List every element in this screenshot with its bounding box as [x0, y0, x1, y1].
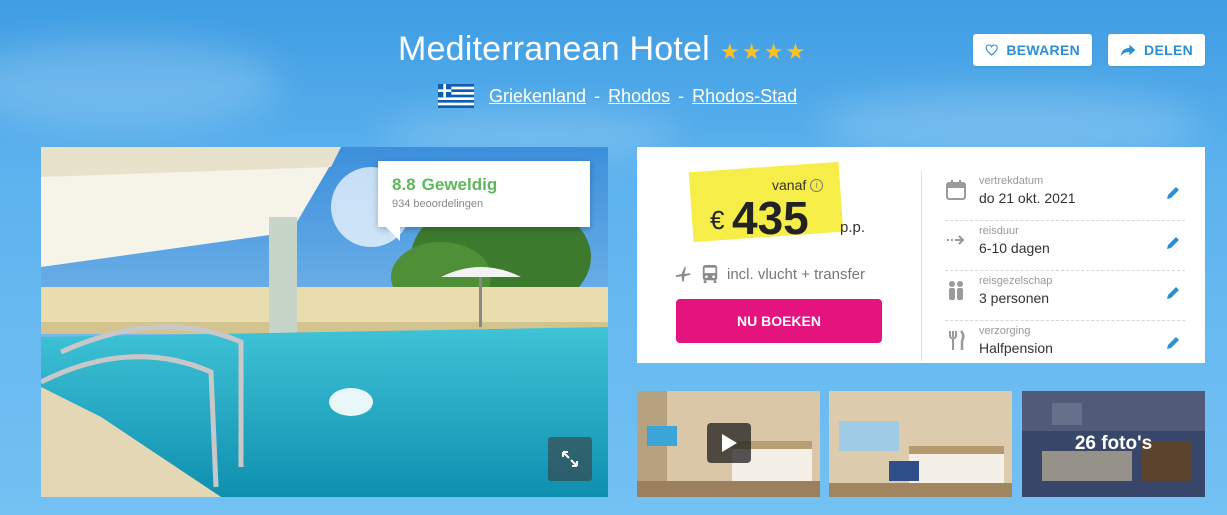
breadcrumb-separator: - [678, 85, 685, 106]
includes-text: incl. vlucht + transfer [727, 265, 865, 283]
review-count: 934 beoordelingen [392, 198, 484, 210]
rating-score: 8.8 [392, 175, 416, 194]
gallery-thumbnail-more[interactable]: 26 foto's [1022, 391, 1205, 497]
edit-pencil-icon[interactable] [1165, 185, 1181, 201]
heart-icon [985, 44, 998, 56]
play-video-button[interactable] [707, 423, 751, 463]
share-button[interactable]: DELEN [1108, 34, 1205, 66]
detail-label: vertrekdatum [979, 175, 1044, 187]
transport-info: incl. vlucht + transfer [673, 264, 865, 284]
panel-divider [921, 171, 922, 361]
detail-value: Halfpension [979, 340, 1053, 356]
rating-card[interactable]: 8.8 Geweldig 934 beoordelingen [378, 161, 590, 241]
star-rating: ★ ★ ★ ★ [720, 39, 806, 65]
detail-label: reisgezelschap [979, 275, 1053, 287]
gallery-thumbnail-video[interactable] [637, 391, 820, 497]
breadcrumb-city-link[interactable]: Rhodos-Stad [692, 86, 797, 107]
detail-value: do 21 okt. 2021 [979, 190, 1076, 206]
trip-details: vertrekdatum do 21 okt. 2021 reisduur 6-… [945, 171, 1185, 371]
star-icon: ★ [763, 38, 784, 64]
edit-pencil-icon[interactable] [1165, 285, 1181, 301]
rating-score-line: 8.8 Geweldig [392, 175, 576, 195]
star-icon: ★ [719, 38, 740, 64]
star-icon: ★ [785, 38, 806, 64]
star-icon: ★ [741, 38, 762, 64]
book-now-button[interactable]: NU BOEKEN [676, 299, 882, 343]
detail-label: verzorging [979, 325, 1031, 337]
calendar-icon [946, 180, 966, 200]
edit-pencil-icon[interactable] [1165, 335, 1181, 351]
gallery-thumbnail[interactable] [829, 391, 1012, 497]
expand-icon [562, 451, 578, 467]
hotel-title: Mediterranean Hotel ★ ★ ★ ★ [398, 30, 806, 69]
rating-label: Geweldig [421, 175, 498, 194]
save-label: BEWAREN [1006, 42, 1080, 58]
currency-symbol: € [710, 205, 725, 235]
hotel-name: Mediterranean Hotel [398, 30, 710, 68]
detail-row-travel-party[interactable]: reisgezelschap 3 personen [945, 271, 1185, 321]
breadcrumb-country-link[interactable]: Griekenland [489, 86, 586, 107]
breadcrumb-separator: - [594, 85, 601, 106]
photo-count-overlay: 26 foto's [1022, 391, 1205, 497]
info-icon[interactable]: i [810, 178, 824, 192]
per-person-label: p.p. [840, 219, 866, 236]
detail-value: 3 personen [979, 290, 1050, 306]
detail-value: 6-10 dagen [979, 240, 1050, 256]
share-label: DELEN [1144, 42, 1193, 58]
greece-flag-icon [438, 84, 474, 108]
detail-row-board[interactable]: verzorging Halfpension [945, 321, 1185, 371]
expand-photo-button[interactable] [548, 437, 592, 481]
bus-icon [702, 265, 718, 283]
play-icon [722, 434, 737, 452]
people-icon [949, 281, 963, 300]
price-amount: 435 [732, 192, 809, 244]
share-arrow-icon [1120, 44, 1136, 57]
detail-label: reisduur [979, 225, 1019, 237]
detail-row-departure[interactable]: vertrekdatum do 21 okt. 2021 [945, 171, 1185, 221]
background-cloud [0, 40, 280, 130]
cutlery-icon [949, 330, 965, 350]
plane-icon [675, 267, 691, 282]
duration-arrow-icon [947, 235, 965, 245]
breadcrumb-region-link[interactable]: Rhodos [608, 86, 670, 107]
room-photo-illustration [829, 391, 1012, 497]
save-button[interactable]: BEWAREN [973, 34, 1092, 66]
detail-row-duration[interactable]: reisduur 6-10 dagen [945, 221, 1185, 271]
edit-pencil-icon[interactable] [1165, 235, 1181, 251]
booking-panel: vanaf i € 435 p.p. incl. vlucht + transf… [637, 147, 1205, 363]
location-breadcrumb: Griekenland - Rhodos - Rhodos-Stad [437, 84, 797, 108]
